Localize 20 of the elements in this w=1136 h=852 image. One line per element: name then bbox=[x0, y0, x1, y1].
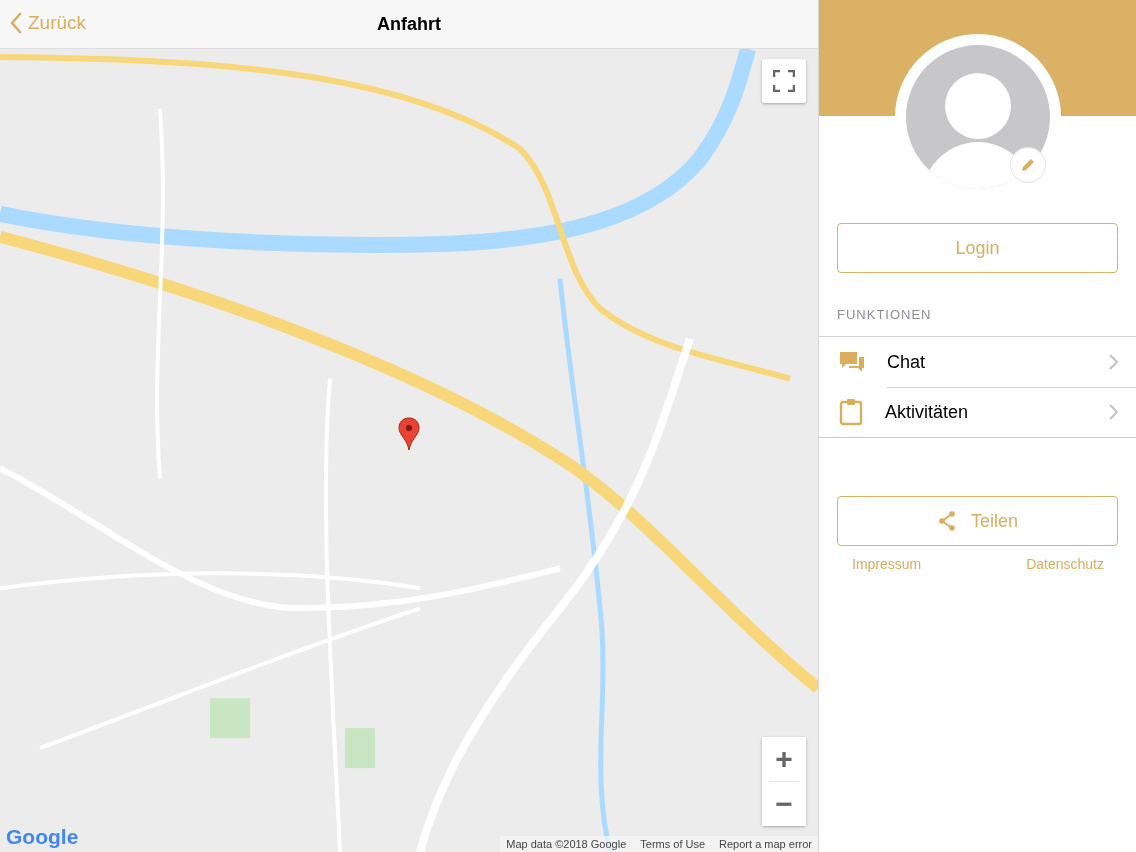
map-logo: Google bbox=[6, 825, 79, 849]
share-icon bbox=[937, 511, 957, 531]
map-pin-icon[interactable] bbox=[398, 417, 420, 451]
fullscreen-button[interactable] bbox=[762, 59, 806, 103]
zoom-in-button[interactable]: + bbox=[762, 737, 806, 781]
chevron-right-icon bbox=[1109, 404, 1118, 420]
menu-item[interactable]: Aktivitäten bbox=[819, 387, 1136, 437]
map-attribution: Map data ©2018 Google bbox=[506, 838, 627, 850]
chevron-right-icon bbox=[1109, 354, 1118, 370]
chat-bubbles-icon bbox=[839, 350, 865, 374]
page-title: Anfahrt bbox=[377, 13, 441, 35]
menu-item[interactable]: Chat bbox=[819, 337, 1136, 387]
report-link[interactable]: Report a map error bbox=[719, 838, 812, 850]
terms-link[interactable]: Terms of Use bbox=[640, 838, 706, 850]
fullscreen-icon bbox=[773, 70, 795, 92]
clipboard-icon bbox=[839, 398, 863, 426]
chevron-left-icon bbox=[10, 12, 22, 34]
pencil-icon bbox=[1020, 157, 1036, 173]
section-header: FUNKTIONEN bbox=[837, 307, 933, 322]
zoom-out-button[interactable]: − bbox=[762, 782, 806, 826]
